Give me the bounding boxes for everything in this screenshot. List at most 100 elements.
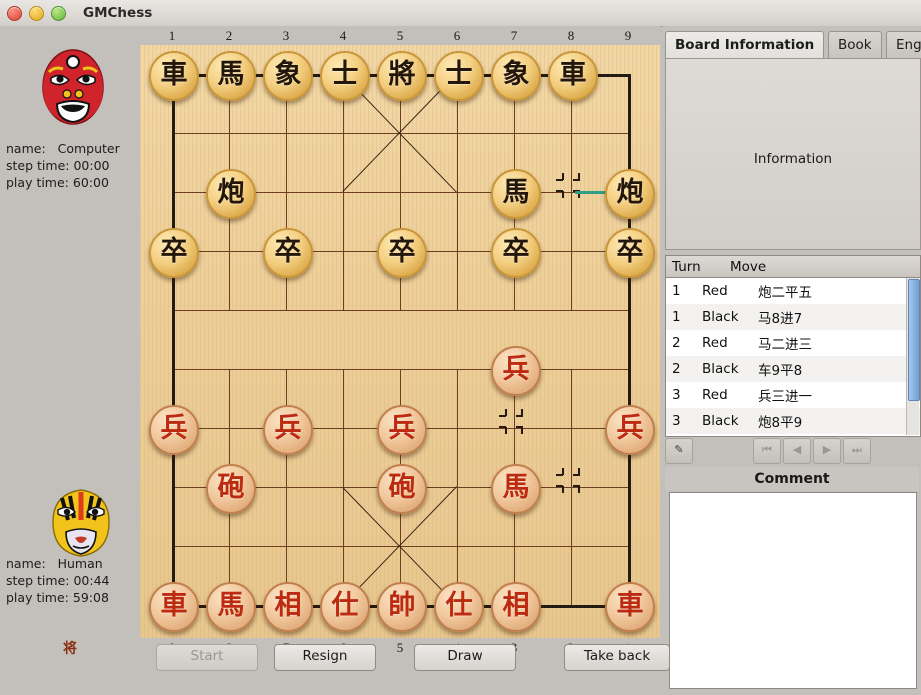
maximize-icon[interactable]: [51, 5, 66, 21]
first-move-button: ⏮: [753, 438, 781, 464]
board-piece-black[interactable]: 象: [263, 51, 313, 101]
move-navigation-toolbar[interactable]: ✎ ⏮ ◀ ▶ ⏭: [665, 438, 919, 464]
position-marker: [556, 468, 580, 495]
board-file-line: [457, 369, 458, 605]
board-piece-red[interactable]: 兵: [149, 405, 199, 455]
close-icon[interactable]: [7, 5, 22, 21]
board-piece-black[interactable]: 炮: [605, 169, 655, 219]
human-play-time-label: play time:: [6, 590, 69, 605]
board-piece-black[interactable]: 士: [320, 51, 370, 101]
move-header-move: Move: [730, 258, 767, 275]
move-row[interactable]: 1 Red 炮二平五: [666, 278, 920, 304]
computer-name-label: name:: [6, 141, 46, 156]
resign-button[interactable]: Resign: [274, 644, 376, 671]
board-piece-red[interactable]: 帥: [377, 582, 427, 632]
human-play-time-value: 59:08: [72, 590, 109, 605]
tab-engine[interactable]: Engine: [886, 31, 921, 59]
board-piece-red[interactable]: 兵: [491, 346, 541, 396]
board-piece-red[interactable]: 相: [263, 582, 313, 632]
scrollbar-thumb[interactable]: [908, 279, 920, 401]
move-row[interactable]: 2 Red 马二进三: [666, 330, 920, 356]
board-file-line: [457, 74, 458, 310]
move-row[interactable]: 3 Black 炮8平9: [666, 408, 920, 434]
right-panel: Board InformationBookEngine Information …: [663, 26, 921, 695]
column-label-top: 3: [282, 28, 290, 43]
board-information-panel: Information: [665, 58, 921, 250]
computer-step-time-value: 00:00: [73, 158, 110, 173]
board-piece-red[interactable]: 仕: [320, 582, 370, 632]
tab-book[interactable]: Book: [828, 31, 882, 59]
move-list-rows[interactable]: 1 Red 炮二平五 1 Black 马8进7 2 Red 马二进三 2 Black 车9平8 3 Red…: [666, 278, 920, 434]
board-piece-red[interactable]: 仕: [434, 582, 484, 632]
move-side: Black: [702, 309, 739, 325]
action-button-bar[interactable]: Start Resign Draw Take back: [140, 644, 680, 674]
column-label-top: 4: [339, 28, 347, 43]
board-piece-red[interactable]: 砲: [206, 464, 256, 514]
board-piece-black[interactable]: 車: [548, 51, 598, 101]
board-piece-black[interactable]: 象: [491, 51, 541, 101]
move-side: Black: [702, 413, 739, 429]
column-label-top: 7: [510, 28, 518, 43]
take-back-button[interactable]: Take back: [564, 644, 670, 671]
next-move-button: ▶: [813, 438, 841, 464]
board-piece-red[interactable]: 兵: [263, 405, 313, 455]
board-piece-black[interactable]: 卒: [605, 228, 655, 278]
minimize-icon[interactable]: [29, 5, 44, 21]
board-rank-line: [172, 310, 628, 311]
move-list[interactable]: Turn Move 1 Red 炮二平五 1 Black 马8进7 2 Red 马二进三 2 Bla…: [665, 255, 921, 437]
board-piece-black[interactable]: 馬: [206, 51, 256, 101]
tab-strip[interactable]: Board InformationBookEngine: [665, 31, 921, 60]
board-piece-red[interactable]: 相: [491, 582, 541, 632]
board-piece-red[interactable]: 馬: [491, 464, 541, 514]
board-piece-black[interactable]: 卒: [491, 228, 541, 278]
move-row[interactable]: 2 Black 车9平8: [666, 356, 920, 382]
move-notation: 车9平8: [758, 363, 803, 379]
board-piece-red[interactable]: 車: [149, 582, 199, 632]
draw-button[interactable]: Draw: [414, 644, 516, 671]
computer-player-info: name: Computer step time: 00:00 play tim…: [0, 140, 140, 191]
xiangqi-board[interactable]: 車馬象士將士象車炮馬炮卒卒卒卒卒兵兵兵兵兵砲砲馬車馬相仕帥仕相車: [140, 45, 660, 638]
board-piece-black[interactable]: 車: [149, 51, 199, 101]
chess-board-area[interactable]: 123456789 車馬象士將士象車炮馬炮卒卒卒卒卒兵兵兵兵兵砲砲馬車馬相仕帥仕…: [140, 26, 660, 695]
window-titlebar: GMChess: [0, 0, 921, 27]
human-player-mask-icon: [52, 489, 110, 557]
board-piece-black[interactable]: 炮: [206, 169, 256, 219]
move-turn: 3: [672, 413, 681, 429]
board-piece-red[interactable]: 兵: [605, 405, 655, 455]
board-piece-red[interactable]: 車: [605, 582, 655, 632]
comment-input[interactable]: [669, 492, 917, 689]
move-turn: 3: [672, 387, 681, 403]
column-label-top: 5: [396, 28, 404, 43]
board-piece-black[interactable]: 卒: [149, 228, 199, 278]
move-side: Red: [702, 283, 728, 299]
move-list-scrollbar[interactable]: [906, 278, 920, 435]
move-row[interactable]: 1 Black 马8进7: [666, 304, 920, 330]
move-row[interactable]: 3 Red 兵三进一: [666, 382, 920, 408]
start-button: Start: [156, 644, 258, 671]
board-piece-red[interactable]: 砲: [377, 464, 427, 514]
board-piece-black[interactable]: 卒: [263, 228, 313, 278]
human-name-label: name:: [6, 556, 46, 571]
column-labels-top: 1 2 3 4 5 6 7 8 9: [140, 26, 660, 45]
human-name-value: Human: [57, 556, 103, 571]
board-piece-black[interactable]: 將: [377, 51, 427, 101]
app-title: GMChess: [83, 5, 153, 21]
save-button[interactable]: ✎: [665, 438, 693, 464]
board-piece-red[interactable]: 兵: [377, 405, 427, 455]
last-move-button: ⏭: [843, 438, 871, 464]
board-piece-black[interactable]: 馬: [491, 169, 541, 219]
computer-name-value: Computer: [57, 141, 120, 156]
board-file-line: [628, 74, 631, 605]
move-turn: 2: [672, 335, 681, 351]
move-notation: 马8进7: [758, 311, 803, 327]
computer-step-time-label: step time:: [6, 158, 70, 173]
move-notation: 炮8平9: [758, 415, 803, 431]
board-piece-black[interactable]: 士: [434, 51, 484, 101]
column-label-top: 6: [453, 28, 461, 43]
board-piece-black[interactable]: 卒: [377, 228, 427, 278]
tab-board-information[interactable]: Board Information: [665, 31, 825, 60]
board-file-line: [343, 74, 344, 310]
column-label-top: 8: [567, 28, 575, 43]
board-piece-red[interactable]: 馬: [206, 582, 256, 632]
computer-play-time-value: 60:00: [72, 175, 109, 190]
